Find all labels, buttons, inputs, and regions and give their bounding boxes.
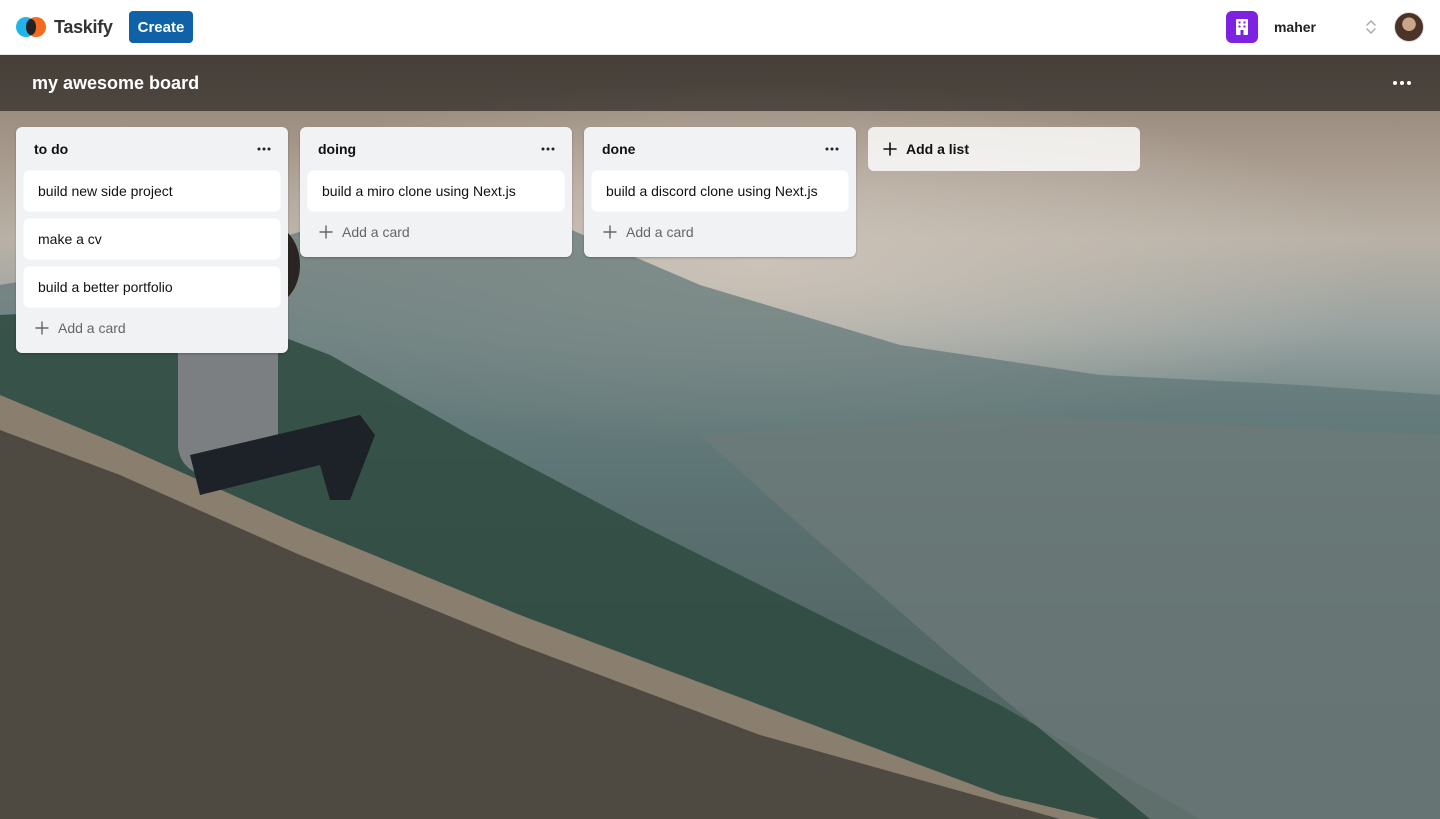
list-header: to do [16, 127, 288, 171]
app-logo[interactable]: Taskify [16, 17, 113, 38]
list-header: done [584, 127, 856, 171]
card[interactable]: make a cv [24, 219, 280, 259]
user-avatar[interactable] [1394, 12, 1424, 42]
organization-name[interactable]: maher [1274, 19, 1316, 35]
list-title[interactable]: done [602, 141, 635, 157]
card-list: build a discord clone using Next.js [584, 171, 856, 211]
add-list-button[interactable]: Add a list [868, 127, 1140, 171]
more-horizontal-icon[interactable] [820, 137, 844, 161]
chevrons-up-down-icon[interactable] [1364, 17, 1378, 37]
card[interactable]: build a discord clone using Next.js [592, 171, 848, 211]
add-list-label: Add a list [906, 141, 970, 157]
building-icon[interactable] [1225, 11, 1258, 43]
add-card-button[interactable]: Add a card [24, 311, 280, 345]
card[interactable]: build a better portfolio [24, 267, 280, 307]
plus-icon [318, 224, 334, 240]
add-card-button[interactable]: Add a card [592, 215, 848, 249]
plus-icon [34, 320, 50, 336]
add-card-label: Add a card [342, 224, 410, 240]
more-horizontal-icon[interactable] [536, 137, 560, 161]
list-doing[interactable]: doing build a miro clone using Next.js A… [300, 127, 572, 257]
card[interactable]: build a miro clone using Next.js [308, 171, 564, 211]
list-done[interactable]: done build a discord clone using Next.js… [584, 127, 856, 257]
list-title[interactable]: doing [318, 141, 356, 157]
board-title[interactable]: my awesome board [32, 73, 199, 94]
create-button[interactable]: Create [128, 11, 194, 43]
more-horizontal-icon[interactable] [1388, 69, 1416, 97]
taskify-logo-icon [16, 17, 46, 37]
plus-icon [882, 141, 898, 157]
list-header: doing [300, 127, 572, 171]
list-to-do[interactable]: to do build new side project make a cv b… [16, 127, 288, 353]
more-horizontal-icon[interactable] [252, 137, 276, 161]
card-list: build new side project make a cv build a… [16, 171, 288, 307]
top-navbar: Taskify Create maher [0, 0, 1440, 55]
add-card-button[interactable]: Add a card [308, 215, 564, 249]
plus-icon [602, 224, 618, 240]
card[interactable]: build new side project [24, 171, 280, 211]
add-card-label: Add a card [626, 224, 694, 240]
app-name: Taskify [54, 16, 113, 37]
board-lists: to do build new side project make a cv b… [16, 127, 1140, 353]
list-title[interactable]: to do [34, 141, 68, 157]
card-list: build a miro clone using Next.js [300, 171, 572, 211]
board-header: my awesome board [0, 55, 1440, 111]
add-card-label: Add a card [58, 320, 126, 336]
